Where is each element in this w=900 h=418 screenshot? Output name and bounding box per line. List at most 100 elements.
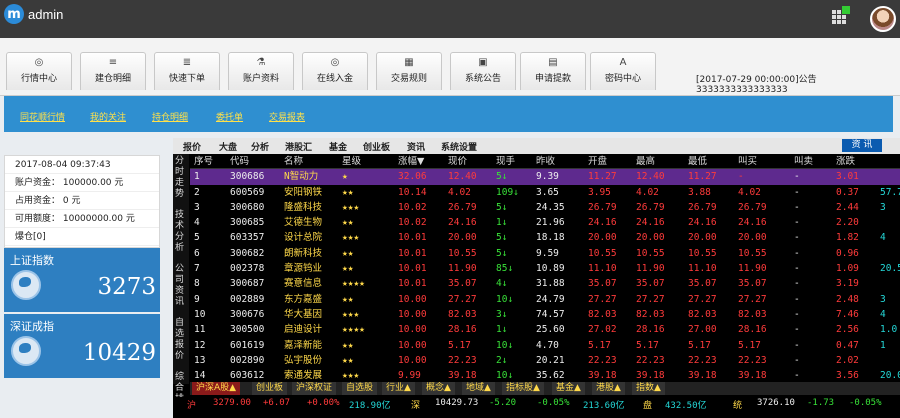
side-tab-technical[interactable]: 技术分析 bbox=[175, 210, 187, 254]
table-cell: 601619 bbox=[230, 339, 265, 351]
table-cell: - bbox=[794, 247, 800, 259]
side-tab-watch[interactable]: 自选报价 bbox=[175, 318, 187, 362]
table-cell: 26.79 bbox=[588, 201, 617, 213]
market-tab-fund[interactable]: 基金 bbox=[329, 140, 347, 153]
table-row[interactable]: 8 300687 赛意信息 ★★★★ 10.01 35.07 4↓ 31.88 35.07 35.… bbox=[190, 276, 900, 291]
index-card-shenzhen[interactable]: 深证成指 10429 bbox=[4, 314, 160, 378]
market-tab-quote[interactable]: 报价 bbox=[183, 140, 201, 153]
table-cell: 35.07 bbox=[448, 278, 477, 290]
nav-label: 密码中心 bbox=[604, 74, 641, 84]
notification-badge bbox=[842, 6, 850, 14]
column-header[interactable]: 现手 bbox=[496, 154, 515, 169]
subnav-reports[interactable]: 交易报表 bbox=[269, 110, 305, 123]
table-cell: 3.65 bbox=[536, 186, 559, 198]
index-card-shanghai[interactable]: 上证指数 3273 bbox=[4, 248, 160, 312]
column-header[interactable]: 涨幅▼ bbox=[398, 154, 424, 169]
column-header[interactable]: 星级 bbox=[342, 154, 361, 169]
column-header[interactable]: 序号 bbox=[194, 154, 213, 169]
bottom-tab[interactable]: 地域▲ bbox=[462, 382, 495, 395]
market-tab-analysis[interactable]: 分析 bbox=[251, 140, 269, 153]
status-value: -0.05% bbox=[537, 398, 570, 408]
nav-tab-rules[interactable]: ▦ 交易规则 bbox=[376, 52, 442, 90]
list-icon: ≡ bbox=[108, 57, 118, 68]
table-cell: 24.35 bbox=[536, 201, 565, 213]
bottom-tab[interactable]: 沪深权证 bbox=[292, 382, 337, 395]
table-cell: 31.88 bbox=[536, 278, 565, 290]
column-header[interactable]: 最低 bbox=[688, 154, 707, 169]
table-row[interactable]: 9 002889 东方嘉盛 ★★ 10.00 27.27 10↓ 24.79 27.27 27.2… bbox=[190, 292, 900, 307]
nav-tab-quick-order[interactable]: ≣ 快速下单 bbox=[154, 52, 220, 90]
table-row[interactable]: 5 603357 设计总院 ★★★ 10.01 20.00 5↓ 18.18 20.00 20.0… bbox=[190, 230, 900, 245]
table-cell: 82.03 bbox=[588, 308, 617, 320]
nav-tab-market[interactable]: ◎ 行情中心 bbox=[6, 52, 72, 90]
market-panel: 报价 大盘 分析 港股汇 基金 创业板 资讯 系统设置 资 讯 分时走势 技术分… bbox=[173, 138, 900, 418]
subnav-orders[interactable]: 委托单 bbox=[216, 110, 243, 123]
table-cell: 10 bbox=[194, 308, 206, 320]
table-cell: 300680 bbox=[230, 201, 265, 213]
table-cell: 5 bbox=[194, 232, 200, 244]
bottom-tab[interactable]: 指数▲ bbox=[632, 382, 665, 395]
column-header[interactable]: 代码 bbox=[230, 154, 249, 169]
table-row[interactable]: 3 300680 隆盛科技 ★★★ 10.02 26.79 5↓ 24.35 26.79 26.7… bbox=[190, 200, 900, 215]
bottom-tab[interactable]: 行业▲ bbox=[382, 382, 415, 395]
app-logo[interactable]: m admin bbox=[4, 4, 63, 24]
market-tab-index[interactable]: 大盘 bbox=[219, 140, 237, 153]
side-tab-timeshare[interactable]: 分时走势 bbox=[175, 156, 187, 200]
main-nav: ◎ 行情中心 ≡ 建仓明细 ≣ 快速下单 ⚗ 账户资料 ◎ 在线入金 ▦ 交易规则 ▣ 系统公… bbox=[0, 38, 900, 96]
column-header[interactable]: 昨收 bbox=[536, 154, 555, 169]
bottom-tab[interactable]: 港股▲ bbox=[592, 382, 625, 395]
dashboard-icon: ◎ bbox=[330, 57, 340, 68]
nav-tab-deposit[interactable]: ◎ 在线入金 bbox=[302, 52, 368, 90]
column-header[interactable]: 最高 bbox=[636, 154, 655, 169]
nav-tab-withdraw[interactable]: ▤ 申请提款 bbox=[520, 52, 586, 90]
market-tab-gem[interactable]: 创业板 bbox=[363, 140, 390, 153]
table-row[interactable]: 1 300686 N智动力 ★ 32.06 12.40 5↓ 9.39 11.27 12.40 11… bbox=[190, 169, 900, 185]
table-row[interactable]: 12 601619 嘉泽新能 ★★ 10.00 5.17 10↓ 4.70 5.17 5.17 5.… bbox=[190, 338, 900, 353]
table-cell: 2.44 bbox=[836, 201, 859, 213]
market-tab-news[interactable]: 资讯 bbox=[407, 140, 425, 153]
table-row[interactable]: 13 002890 弘宇股份 ★★ 10.00 22.23 2↓ 20.21 22.23 22.2… bbox=[190, 353, 900, 368]
data-button[interactable]: 资 讯 bbox=[842, 139, 882, 152]
table-cell: 74.57 bbox=[536, 308, 565, 320]
table-row[interactable]: 7 002378 章源钨业 ★★ 10.01 11.90 85↓ 10.89 11.10 11.9… bbox=[190, 261, 900, 276]
column-header[interactable]: 开盘 bbox=[588, 154, 607, 169]
bottom-tab[interactable]: 创业板 bbox=[252, 382, 288, 395]
table-cell: 4.02 bbox=[636, 186, 659, 198]
status-value: -1.73 bbox=[807, 398, 835, 408]
bottom-tab[interactable]: 概念▲ bbox=[422, 382, 455, 395]
column-header[interactable]: 涨跌 bbox=[836, 154, 855, 169]
bottom-tab[interactable]: 指标股▲ bbox=[502, 382, 544, 395]
subnav-watchlist[interactable]: 我的关注 bbox=[90, 110, 126, 123]
column-header[interactable]: 现价 bbox=[448, 154, 467, 169]
status-value: 3279.00 bbox=[213, 398, 251, 408]
column-header[interactable]: 叫买 bbox=[738, 154, 757, 169]
table-cell: 4↓ bbox=[496, 278, 508, 290]
table-cell: 10.14 bbox=[398, 186, 427, 198]
table-row[interactable]: 4 300685 艾德生物 ★★ 10.02 24.16 1↓ 21.96 24.16 24.16… bbox=[190, 215, 900, 230]
nav-label: 系统公告 bbox=[464, 74, 501, 84]
status-value: 深 bbox=[411, 401, 421, 411]
table-row[interactable]: 6 300682 朗新科技 ★★ 10.01 10.55 5↓ 9.59 10.55 10.55 1… bbox=[190, 246, 900, 261]
table-cell: 5↓ bbox=[496, 247, 508, 259]
status-value: 10429.73 bbox=[435, 398, 479, 408]
side-tab-company[interactable]: 公司资讯 bbox=[175, 264, 187, 308]
table-row[interactable]: 11 300500 启迪设计 ★★★★ 10.00 28.16 1↓ 25.60 27.02 28… bbox=[190, 322, 900, 337]
nav-tab-announcements[interactable]: ▣ 系统公告 bbox=[450, 52, 516, 90]
column-header[interactable]: 名称 bbox=[284, 154, 303, 169]
market-tab-settings[interactable]: 系统设置 bbox=[441, 140, 477, 153]
subnav-ths-quotes[interactable]: 同花顺行情 bbox=[20, 110, 65, 123]
avatar[interactable] bbox=[870, 6, 896, 32]
table-cell: 章源钨业 bbox=[284, 263, 323, 275]
bottom-tab[interactable]: 沪深A股▲ bbox=[192, 382, 241, 395]
nav-tab-account[interactable]: ⚗ 账户资料 bbox=[228, 52, 294, 90]
bottom-tab[interactable]: 基金▲ bbox=[552, 382, 585, 395]
column-header[interactable]: 叫卖 bbox=[794, 154, 813, 169]
bottom-tab[interactable]: 自选股 bbox=[342, 382, 378, 395]
subnav-holdings[interactable]: 持仓明细 bbox=[152, 110, 188, 123]
nav-tab-positions[interactable]: ≡ 建仓明细 bbox=[80, 52, 146, 90]
table-row[interactable]: 10 300676 华大基因 ★★★ 10.00 82.03 3↓ 74.57 82.03 82.… bbox=[190, 307, 900, 322]
nav-tab-password[interactable]: A 密码中心 bbox=[590, 52, 656, 90]
market-tab-hk[interactable]: 港股汇 bbox=[285, 140, 312, 153]
table-cell: 5.17 bbox=[636, 339, 659, 351]
table-row[interactable]: 2 600569 安阳钢铁 ★★ 10.14 4.02 109↓ 3.65 3.95 4.02 3.… bbox=[190, 185, 900, 200]
